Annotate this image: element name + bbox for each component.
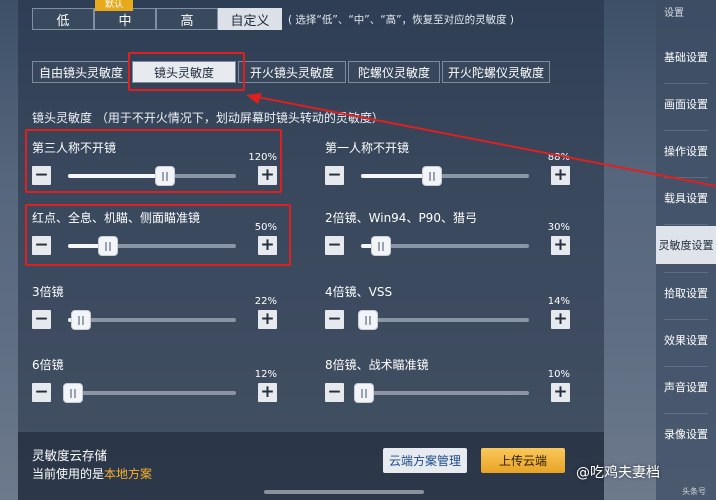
sidebar-item-basic[interactable]: 基础设置 [656, 38, 716, 76]
sidebar-divider [664, 272, 708, 273]
slider-label: 3倍镜 [32, 285, 64, 299]
sidebar-divider [664, 83, 708, 84]
preset-custom-button[interactable]: 自定义 [218, 8, 282, 30]
slider-value: 14% [547, 296, 570, 307]
watermark-sub: 头条号 [682, 487, 706, 496]
sidebar-divider [664, 130, 708, 131]
slider-scope-8x: 8倍镜、战术瞄准镜 10% − + [325, 356, 570, 406]
sidebar-divider [664, 413, 708, 414]
increase-button[interactable]: + [258, 383, 277, 402]
sensitivity-tabs: 自由镜头灵敏度 镜头灵敏度 开火镜头灵敏度 陀螺仪灵敏度 开火陀螺仪灵敏度 [32, 61, 552, 83]
sidebar-header: 设置 [664, 8, 684, 19]
slider-scope-2x: 2倍镜、Win94、P90、猎弓 30% − + [325, 209, 570, 259]
slider-scope-3x: 3倍镜 22% − + [32, 283, 277, 333]
preset-medium-label: 中 [118, 13, 132, 29]
slider-value: 10% [547, 369, 570, 380]
decrease-button[interactable]: − [325, 383, 344, 402]
preset-low-label: 低 [56, 13, 70, 29]
preset-low-button[interactable]: 低 [32, 8, 94, 30]
increase-button[interactable]: + [551, 310, 570, 329]
slider-thumb[interactable] [63, 383, 84, 403]
slider-label: 4倍镜、VSS [325, 285, 393, 299]
slider-value: 30% [547, 222, 570, 233]
sidebar-divider [664, 224, 708, 225]
slider-thumb[interactable] [371, 236, 392, 256]
slider-track[interactable] [361, 166, 529, 186]
sidebar-item-vehicle[interactable]: 载具设置 [656, 179, 716, 217]
tab-fire-gyroscope[interactable]: 开火陀螺仪灵敏度 [442, 61, 550, 83]
sidebar-item-recording[interactable]: 录像设置 [656, 415, 716, 453]
slider-thumb[interactable] [421, 166, 442, 186]
preset-hint: ( 选择“低”、“中”、“高”，恢复至对应的灵敏度 ) [288, 13, 515, 26]
slider-label: 6倍镜 [32, 358, 64, 372]
tab-free-camera[interactable]: 自由镜头灵敏度 [32, 61, 130, 83]
highlight-box-third-person [25, 129, 282, 193]
current-scheme: 当前使用的是本地方案 [32, 465, 152, 482]
decrease-button[interactable]: − [32, 310, 51, 329]
slider-label: 8倍镜、战术瞄准镜 [325, 358, 429, 372]
tab-fire-camera[interactable]: 开火镜头灵敏度 [238, 61, 346, 83]
increase-button[interactable]: + [551, 383, 570, 402]
cloud-storage-title: 灵敏度云存储 [32, 448, 108, 463]
sidebar-item-audio[interactable]: 声音设置 [656, 368, 716, 406]
sidebar-item-effects[interactable]: 效果设置 [656, 321, 716, 359]
section-title: 镜头灵敏度 （用于不开火情况下，划动屏幕时镜头转动的灵敏度） [32, 111, 384, 125]
decrease-button[interactable]: − [325, 166, 344, 185]
sidebar-item-graphics[interactable]: 画面设置 [656, 85, 716, 123]
slider-thumb[interactable] [71, 310, 92, 330]
sidebar-item-pickup[interactable]: 拾取设置 [656, 274, 716, 312]
sidebar-item-controls[interactable]: 操作设置 [656, 132, 716, 170]
slider-track[interactable] [63, 383, 236, 403]
slider-value: 22% [254, 296, 277, 307]
preset-custom-label: 自定义 [230, 13, 270, 29]
preset-medium-button[interactable]: 默认 中 [94, 0, 156, 30]
increase-button[interactable]: + [551, 166, 570, 185]
increase-button[interactable]: + [258, 310, 277, 329]
slider-fill [361, 174, 432, 178]
tab-label: 开火镜头灵敏度 [249, 65, 334, 80]
preset-high-button[interactable]: 高 [156, 8, 218, 30]
slider-thumb[interactable] [354, 383, 375, 403]
current-scheme-prefix: 当前使用的是 [32, 467, 105, 481]
home-indicator [264, 490, 424, 494]
slider-scope-6x: 6倍镜 12% − + [32, 356, 277, 406]
slider-thumb[interactable] [357, 310, 378, 330]
tab-highlight-box [128, 52, 245, 91]
slider-track[interactable] [68, 310, 236, 330]
slider-label: 第一人称不开镜 [325, 141, 410, 155]
sidebar-divider [664, 319, 708, 320]
tab-label: 开火陀螺仪灵敏度 [448, 65, 545, 80]
increase-button[interactable]: + [551, 236, 570, 255]
sidebar-divider [664, 366, 708, 367]
decrease-button[interactable]: − [32, 383, 51, 402]
tab-label: 陀螺仪灵敏度 [357, 65, 430, 80]
highlight-box-red-dot [25, 204, 291, 266]
sidebar-divider [664, 177, 708, 178]
cloud-manage-button[interactable]: 云端方案管理 [383, 448, 467, 473]
slider-first-person-no-scope: 第一人称不开镜 88% − + [325, 139, 570, 189]
slider-scope-4x: 4倍镜、VSS 14% − + [325, 283, 570, 333]
watermark: @吃鸡夫妻档 [576, 465, 660, 481]
slider-value: 88% [547, 152, 570, 163]
slider-track[interactable] [357, 310, 529, 330]
decrease-button[interactable]: − [325, 310, 344, 329]
preset-row: 低 默认 中 高 自定义 ( 选择“低”、“中”、“高”，恢复至对应的灵敏度 ) [32, 0, 515, 30]
tab-label: 自由镜头灵敏度 [39, 65, 124, 80]
default-badge: 默认 [95, 0, 134, 11]
slider-track[interactable] [354, 383, 529, 403]
slider-track[interactable] [361, 236, 529, 256]
upload-cloud-button[interactable]: 上传云端 [481, 448, 565, 473]
slider-value: 12% [254, 369, 277, 380]
preset-high-label: 高 [180, 13, 194, 29]
decrease-button[interactable]: − [325, 236, 344, 255]
slider-label: 2倍镜、Win94、P90、猎弓 [325, 211, 477, 225]
tab-gyroscope[interactable]: 陀螺仪灵敏度 [348, 61, 440, 83]
current-scheme-value: 本地方案 [104, 467, 153, 481]
sidebar-item-sensitivity[interactable]: 灵敏度设置 [656, 226, 716, 264]
